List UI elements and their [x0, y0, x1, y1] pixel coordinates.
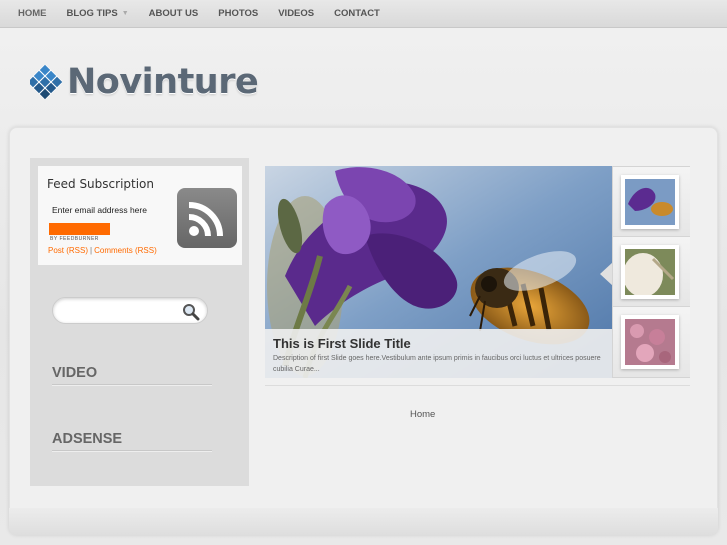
email-field[interactable]: Enter email address here [52, 205, 147, 215]
thumbnail-image [621, 245, 679, 299]
divider [52, 384, 212, 385]
post-rss-link[interactable]: Post (RSS) [48, 246, 88, 255]
nav-label: ABOUT US [148, 7, 199, 19]
subscribe-button[interactable] [49, 223, 110, 235]
nav-item-home[interactable]: HOME [8, 0, 57, 28]
thumbnail-image [621, 315, 679, 369]
nav-item-contact[interactable]: CONTACT [324, 0, 390, 28]
comments-rss-link[interactable]: Comments (RSS) [94, 246, 157, 255]
nav-label: BLOG TIPS [66, 7, 118, 19]
feed-links: Post (RSS) | Comments (RSS) [48, 246, 157, 255]
site-logo[interactable]: Novinture [30, 62, 259, 102]
nav-label: CONTACT [334, 7, 380, 19]
slide-description: Description of first Slide goes here.Ves… [273, 355, 601, 373]
nav-label: HOME [18, 7, 47, 19]
feedburner-label: BY FEEDBURNER [50, 236, 99, 242]
link-separator: | [90, 246, 93, 255]
nav-item-photos[interactable]: PHOTOS [208, 0, 268, 28]
nav-item-videos[interactable]: VIDEOS [268, 0, 324, 28]
chevron-down-icon: ▼ [121, 9, 129, 17]
rss-icon[interactable] [177, 188, 237, 248]
divider [265, 385, 690, 386]
nav-item-blog-tips[interactable]: BLOG TIPS ▼ [57, 0, 139, 28]
feed-subscription-widget: Feed Subscription Enter email address he… [38, 166, 242, 265]
thumbnail-cat [623, 249, 675, 297]
slide-title[interactable]: This is First Slide Title [273, 336, 411, 351]
thumbnail-image [621, 175, 679, 229]
search-box [52, 297, 208, 324]
thumbnail-bee-flower [625, 179, 675, 225]
sidebar: Feed Subscription Enter email address he… [30, 158, 249, 486]
logo-text: Novinture [67, 62, 259, 102]
footer-bar [9, 508, 718, 535]
widget-title-video: VIDEO [52, 365, 98, 381]
top-navigation: HOME BLOG TIPS ▼ ABOUT US PHOTOS VIDEOS C… [0, 0, 727, 28]
search-icon[interactable] [182, 303, 200, 321]
rss-glyph-icon [188, 202, 223, 237]
nav-item-about-us[interactable]: ABOUT US [139, 0, 209, 28]
thumbnail-1[interactable] [613, 167, 690, 237]
slider-thumbnails [612, 166, 690, 378]
thumbnail-3[interactable] [613, 307, 690, 377]
feed-title: Feed Subscription [47, 177, 155, 191]
nav-label: PHOTOS [218, 7, 259, 19]
thumbnail-2[interactable] [613, 237, 690, 307]
divider [52, 450, 212, 451]
thumbnail-pink-flowers [625, 319, 675, 365]
slide-caption: This is First Slide Title Description of… [265, 329, 612, 378]
nav-label: VIDEOS [278, 7, 315, 19]
search-input[interactable] [63, 302, 173, 319]
featured-slider[interactable]: This is First Slide Title Description of… [265, 166, 612, 378]
breadcrumb-home[interactable]: Home [410, 409, 435, 420]
widget-title-adsense: ADSENSE [52, 431, 123, 447]
cube-cluster-logo-icon [30, 65, 62, 99]
